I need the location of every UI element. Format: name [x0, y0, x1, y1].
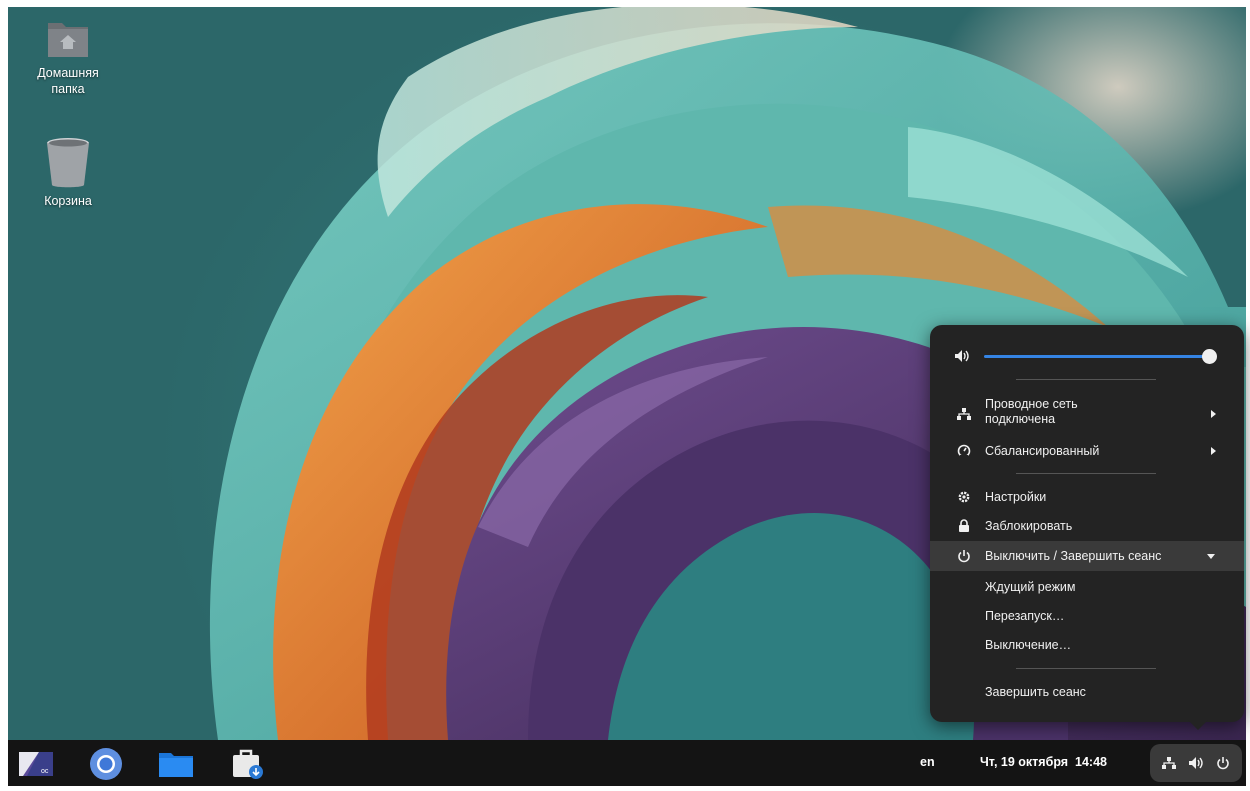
power-item[interactable]: Выключить / Завершить сеанс: [930, 541, 1244, 571]
power-icon: [1217, 757, 1229, 770]
network-label-line1: Проводное сеть: [985, 397, 1078, 411]
chromium-icon: [90, 748, 122, 780]
network-wired-icon: [956, 406, 972, 422]
svg-text:ос: ос: [41, 768, 49, 775]
files-button[interactable]: [158, 747, 194, 781]
separator: [1016, 473, 1156, 474]
keyboard-layout-indicator[interactable]: en: [920, 755, 935, 769]
software-store-button[interactable]: [230, 747, 266, 781]
desktop-icon-home-label: Домашняя папка: [37, 66, 99, 96]
clock[interactable]: Чт, 19 октября 14:48: [980, 755, 1107, 769]
chevron-right-icon: [1211, 410, 1216, 418]
settings-label: Настройки: [985, 490, 1047, 504]
chevron-down-icon: [1207, 553, 1215, 559]
trash-icon: [47, 138, 89, 188]
power-label: Выключить / Завершить сеанс: [985, 549, 1162, 563]
separator: [1016, 379, 1156, 380]
volume-icon: [955, 350, 969, 362]
volume-icon: [1189, 757, 1203, 769]
lock-label: Заблокировать: [985, 519, 1073, 533]
home-folder-icon: [48, 23, 88, 57]
restart-item[interactable]: Перезапуск…: [930, 602, 1244, 630]
menu-pointer: [1188, 720, 1208, 730]
chevron-right-icon: [1211, 447, 1216, 455]
shutdown-item[interactable]: Выключение…: [930, 631, 1244, 659]
logout-label: Завершить сеанс: [985, 685, 1086, 699]
restart-label: Перезапуск…: [985, 609, 1065, 623]
lock-item[interactable]: Заблокировать: [930, 512, 1244, 540]
desktop-icon-trash-label: Корзина: [44, 194, 92, 208]
network-item[interactable]: Проводное сеть подключена: [930, 397, 1244, 431]
chromium-button[interactable]: [88, 747, 124, 781]
separator: [1016, 668, 1156, 669]
suspend-item[interactable]: Ждущий режим: [930, 573, 1244, 601]
power-profile-icon: [956, 443, 972, 459]
volume-slider-knob[interactable]: [1202, 349, 1217, 364]
app-menu-button[interactable]: ос: [18, 747, 54, 781]
volume-slider-track[interactable]: [984, 355, 1214, 358]
lock-icon: [956, 518, 972, 534]
software-store-icon: [233, 749, 263, 779]
power-profile-item[interactable]: Сбалансированный: [930, 437, 1244, 465]
gear-icon: [956, 489, 972, 505]
shutdown-label: Выключение…: [985, 638, 1072, 652]
app-menu-icon: ос: [19, 752, 53, 776]
system-menu: Проводное сеть подключена Сбалансированн…: [930, 325, 1244, 722]
taskbar: ос en Чт, 19 октября 14:48: [8, 740, 1246, 786]
files-icon: [159, 753, 193, 777]
desktop-icon-home[interactable]: Домашняя папка: [20, 17, 116, 97]
system-tray[interactable]: [1150, 744, 1242, 782]
logout-item[interactable]: Завершить сеанс: [930, 678, 1244, 706]
network-label: Проводное сеть подключена: [985, 397, 1078, 427]
network-icon: [1162, 757, 1176, 769]
power-profile-label: Сбалансированный: [985, 444, 1100, 458]
volume-row[interactable]: [954, 349, 1222, 364]
desktop-icon-trash[interactable]: Корзина: [20, 137, 116, 209]
network-label-line2: подключена: [985, 412, 1056, 426]
settings-item[interactable]: Настройки: [930, 483, 1244, 511]
power-icon: [956, 548, 972, 564]
suspend-label: Ждущий режим: [985, 580, 1076, 594]
